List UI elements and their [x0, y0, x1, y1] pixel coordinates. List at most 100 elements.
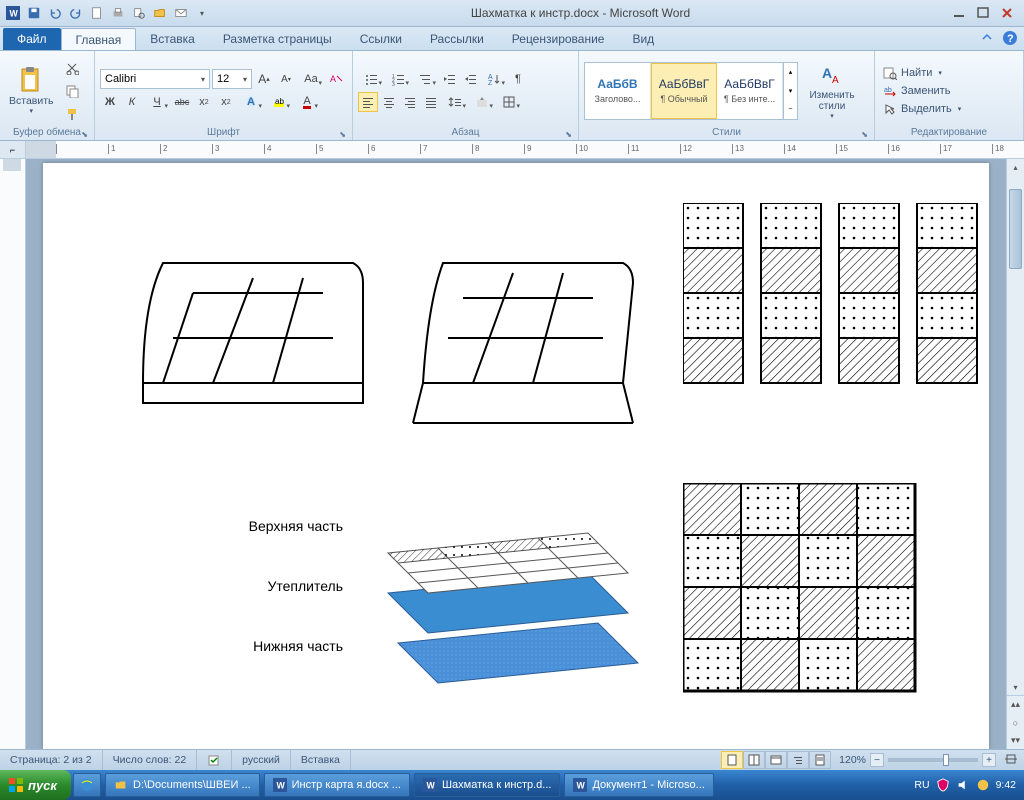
find-button[interactable]: Найти▾ — [880, 65, 964, 81]
bold-button[interactable]: Ж — [100, 92, 120, 112]
align-right-icon[interactable] — [400, 92, 420, 112]
gallery-up-icon[interactable]: ▴ — [784, 63, 797, 82]
copy-icon[interactable] — [62, 81, 82, 101]
browse-object-icon[interactable]: ○ — [1007, 714, 1024, 732]
status-words[interactable]: Число слов: 22 — [103, 750, 198, 770]
numbering-icon[interactable]: 123 — [385, 69, 411, 89]
tray-unknown-icon[interactable] — [976, 778, 990, 792]
change-case-icon[interactable]: Aa — [298, 69, 324, 89]
status-page[interactable]: Страница: 2 из 2 — [0, 750, 103, 770]
select-button[interactable]: Выделить▾ — [880, 101, 964, 117]
open-icon[interactable] — [151, 4, 169, 22]
shrink-font-icon[interactable]: A▾ — [276, 69, 296, 89]
tab-view[interactable]: Вид — [618, 28, 668, 50]
gallery-more-icon[interactable]: ⎯ — [784, 100, 797, 119]
tray-volume-icon[interactable] — [956, 778, 970, 792]
preview-icon[interactable] — [130, 4, 148, 22]
taskbar-item-2[interactable]: WИнстр карта я.docx ... — [264, 773, 410, 797]
horizontal-ruler[interactable]: 123456789101112131415161718 — [26, 141, 1024, 158]
tray-language[interactable]: RU — [914, 779, 929, 791]
line-spacing-icon[interactable] — [442, 92, 468, 112]
taskbar-ie-icon[interactable] — [73, 773, 101, 797]
new-icon[interactable] — [88, 4, 106, 22]
scroll-up-icon[interactable]: ▴ — [1007, 159, 1024, 175]
word-icon[interactable]: W — [4, 4, 22, 22]
style-heading[interactable]: АаБбВ Заголово... — [585, 63, 651, 119]
taskbar-item-1[interactable]: D:\Documents\ШВЕИ ... — [105, 773, 260, 797]
tab-home[interactable]: Главная — [61, 28, 137, 50]
tab-review[interactable]: Рецензирование — [498, 28, 619, 50]
text-effects-icon[interactable]: A — [238, 92, 264, 112]
undo-icon[interactable] — [46, 4, 64, 22]
vertical-ruler[interactable] — [0, 159, 26, 749]
multilevel-list-icon[interactable] — [412, 69, 438, 89]
taskbar-item-4[interactable]: WДокумент1 - Microso... — [564, 773, 713, 797]
scroll-down-icon[interactable]: ▾ — [1007, 679, 1024, 695]
tab-mailings[interactable]: Рассылки — [416, 28, 498, 50]
subscript-icon[interactable]: x2 — [194, 92, 214, 112]
font-size-combo[interactable]: 12▾ — [212, 69, 252, 89]
tab-insert[interactable]: Вставка — [136, 28, 209, 50]
status-language[interactable]: русский — [232, 750, 291, 770]
increase-indent-icon[interactable] — [460, 69, 480, 89]
view-print-layout-icon[interactable] — [721, 751, 743, 769]
font-name-combo[interactable]: Calibri▾ — [100, 69, 210, 89]
show-marks-icon[interactable]: ¶ — [508, 69, 528, 89]
sort-icon[interactable]: AZ — [481, 69, 507, 89]
maximize-button[interactable] — [974, 5, 992, 21]
status-mode[interactable]: Вставка — [291, 750, 351, 770]
decrease-indent-icon[interactable] — [439, 69, 459, 89]
fit-width-icon[interactable] — [1004, 752, 1020, 768]
status-proofing-icon[interactable] — [197, 750, 232, 770]
close-button[interactable] — [998, 5, 1016, 21]
superscript-icon[interactable]: x2 — [216, 92, 236, 112]
italic-button[interactable]: К — [122, 92, 142, 112]
tray-clock[interactable]: 9:42 — [996, 779, 1016, 791]
view-web-layout-icon[interactable] — [765, 751, 787, 769]
format-painter-icon[interactable] — [62, 104, 82, 124]
save-icon[interactable] — [25, 4, 43, 22]
zoom-out-button[interactable]: − — [870, 753, 884, 767]
grow-font-icon[interactable]: A▴ — [254, 69, 274, 89]
document-page[interactable]: Верхняя часть Утеплитель Нижняя часть — [43, 163, 989, 749]
gallery-down-icon[interactable]: ▾ — [784, 81, 797, 100]
tab-references[interactable]: Ссылки — [346, 28, 416, 50]
bullets-icon[interactable] — [358, 69, 384, 89]
ribbon-minimize-icon[interactable] — [980, 30, 996, 46]
font-color-icon[interactable]: A — [294, 92, 320, 112]
tab-file[interactable]: Файл — [3, 28, 61, 50]
ruler-corner[interactable]: ⌐ — [0, 141, 26, 158]
next-page-icon[interactable]: ▾▾ — [1007, 731, 1024, 749]
prev-page-icon[interactable]: ▴▴ — [1007, 696, 1024, 714]
view-full-screen-icon[interactable] — [743, 751, 765, 769]
change-styles-button[interactable]: AA Изменить стили ▾ — [802, 60, 862, 122]
tab-page-layout[interactable]: Разметка страницы — [209, 28, 346, 50]
shading-icon[interactable] — [469, 92, 495, 112]
clear-formatting-icon[interactable]: A — [326, 69, 346, 89]
strikethrough-button[interactable]: abc — [172, 92, 192, 112]
style-normal[interactable]: АаБбВвГ ¶ Обычный — [651, 63, 717, 119]
redo-icon[interactable] — [67, 4, 85, 22]
underline-button[interactable]: Ч — [144, 92, 170, 112]
tray-shield-icon[interactable] — [936, 778, 950, 792]
zoom-level[interactable]: 120% — [839, 754, 866, 766]
align-center-icon[interactable] — [379, 92, 399, 112]
highlight-icon[interactable]: ab — [266, 92, 292, 112]
qat-more-icon[interactable]: ▾ — [193, 4, 211, 22]
cut-icon[interactable] — [62, 58, 82, 78]
view-draft-icon[interactable] — [809, 751, 831, 769]
vertical-scrollbar[interactable]: ▴ ▾ ▴▴ ○ ▾▾ — [1006, 159, 1024, 749]
start-button[interactable]: пуск — [0, 770, 71, 800]
view-outline-icon[interactable] — [787, 751, 809, 769]
taskbar-item-3[interactable]: WШахматка к инстр.d... — [414, 773, 561, 797]
borders-icon[interactable] — [496, 92, 522, 112]
print-icon[interactable] — [109, 4, 127, 22]
scroll-thumb[interactable] — [1009, 189, 1022, 269]
zoom-slider[interactable] — [888, 758, 978, 762]
email-icon[interactable] — [172, 4, 190, 22]
minimize-button[interactable] — [950, 5, 968, 21]
align-left-icon[interactable] — [358, 92, 378, 112]
paste-button[interactable]: Вставить ▾ — [5, 65, 58, 117]
replace-button[interactable]: ab Заменить — [880, 83, 964, 99]
zoom-in-button[interactable]: + — [982, 753, 996, 767]
